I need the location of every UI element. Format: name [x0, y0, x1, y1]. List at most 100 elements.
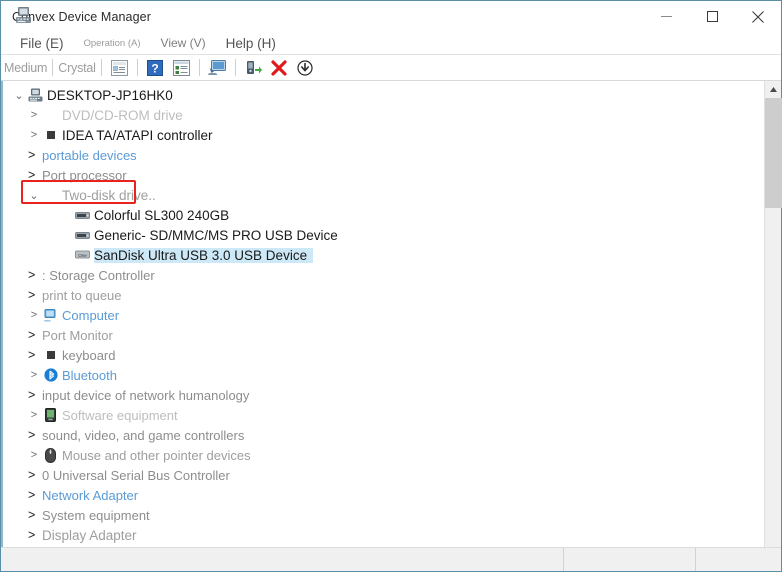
close-button[interactable] — [735, 1, 781, 32]
chevron-right-icon[interactable]: > — [26, 328, 42, 342]
vertical-scrollbar[interactable] — [764, 81, 782, 547]
tree-node[interactable]: > print to queue — [3, 285, 764, 305]
device-tree-pane[interactable]: ⌄ DESKTOP-JP16HK0 > DVD/CD-ROM drive > I… — [1, 81, 764, 547]
menu-file[interactable]: File (E) — [12, 35, 72, 52]
status-cell-2 — [563, 548, 695, 571]
tree-node-label: DESKTOP-JP16HK0 — [47, 87, 173, 103]
chevron-right-icon[interactable]: > — [26, 168, 42, 182]
mouse-icon — [42, 447, 59, 463]
tree-node[interactable]: > keyboard — [3, 345, 764, 365]
tree-node[interactable]: > DVD/CD-ROM drive — [3, 105, 764, 125]
tree-node[interactable]: > Port processor — [3, 165, 764, 185]
scroll-up-button[interactable] — [765, 81, 781, 98]
tree-node[interactable]: > System equipment — [3, 505, 764, 525]
tree-node[interactable]: >: Storage Controller — [3, 265, 764, 285]
chevron-right-icon[interactable]: > — [26, 449, 42, 461]
status-cell-3 — [695, 548, 781, 571]
details-view-button[interactable] — [169, 56, 194, 79]
tree-node[interactable]: > Network Adapter — [3, 485, 764, 505]
tree-node[interactable]: > Port Monitor — [3, 325, 764, 345]
svg-text:One: One — [78, 253, 87, 258]
minimize-button[interactable] — [643, 1, 689, 32]
disk-icon — [74, 227, 91, 243]
tree-node-label: Port processor — [42, 167, 127, 183]
menu-help[interactable]: Help (H) — [218, 35, 284, 52]
tree-node-label: Network Adapter — [42, 487, 139, 503]
tree-node-label: Mouse and other pointer devices — [62, 447, 251, 463]
tree-node[interactable]: > Computer — [3, 305, 764, 325]
monitor-scan-icon — [207, 59, 227, 76]
chevron-right-icon[interactable]: > — [26, 528, 42, 542]
tree-node[interactable]: > sound, video, and game controllers — [3, 425, 764, 445]
disk-sel-icon: One — [74, 247, 91, 263]
chevron-right-icon[interactable]: > — [26, 148, 42, 162]
menu-operation[interactable]: Operation (A) — [76, 37, 149, 50]
device-manager-window: Convex Device Manager File (E) Operation… — [0, 0, 782, 572]
chevron-down-icon[interactable]: ⌄ — [11, 89, 27, 102]
chevron-right-icon[interactable]: > — [26, 109, 42, 121]
tree-node[interactable]: > Mouse and other pointer devices — [3, 445, 764, 465]
maximize-button[interactable] — [689, 1, 735, 32]
tree-node-label: portable devices — [42, 147, 137, 163]
menu-bar: File (E) Operation (A) View (V) Help (H) — [1, 32, 781, 55]
chevron-right-icon[interactable]: > — [26, 409, 42, 421]
tree-node-label: SanDisk Ultra USB 3.0 USB Device — [94, 247, 314, 263]
ghost-label-text: Crystal — [58, 60, 96, 75]
tree-node[interactable]: >0 Universal Serial Bus Controller — [3, 465, 764, 485]
tree-node[interactable]: > Display Adapter — [3, 525, 764, 545]
tree-node-label: 0 Universal Serial Bus Controller — [42, 467, 230, 483]
chevron-right-icon[interactable]: > — [26, 288, 42, 302]
scan-hardware-button[interactable] — [205, 56, 230, 79]
toolbar-ghost-label-crystal: Crystal — [58, 57, 96, 78]
toolbar-separator — [234, 59, 236, 76]
scrollbar-track[interactable] — [765, 98, 782, 547]
update-driver-button[interactable] — [241, 56, 266, 79]
tree-node[interactable]: One SanDisk Ultra USB 3.0 USB Device — [3, 245, 764, 265]
chevron-right-icon[interactable]: > — [26, 348, 42, 362]
chevron-right-icon[interactable]: > — [26, 309, 42, 321]
tree-node-root[interactable]: ⌄ DESKTOP-JP16HK0 — [3, 85, 764, 105]
tree-node-label: IDEA TA/ATAPI controller — [62, 127, 213, 143]
download-arrow-icon — [297, 59, 313, 76]
toolbar-separator — [136, 59, 138, 76]
tree-node[interactable]: > Bluetooth — [3, 365, 764, 385]
download-button[interactable] — [293, 56, 318, 79]
toolbar-ghost-label-medium: Medium — [4, 57, 47, 78]
scrollbar-thumb[interactable] — [765, 98, 782, 208]
content-area: ⌄ DESKTOP-JP16HK0 > DVD/CD-ROM drive > I… — [1, 81, 782, 547]
toolbar-separator — [100, 59, 102, 76]
chevron-right-icon[interactable]: > — [26, 468, 42, 482]
tree-node-label: sound, video, and game controllers — [42, 427, 245, 443]
tree-node-label: Bluetooth — [62, 367, 117, 383]
chevron-right-icon[interactable]: > — [26, 388, 42, 402]
red-x-icon — [271, 59, 287, 76]
square-icon — [42, 127, 59, 143]
list-details-icon — [172, 59, 190, 76]
tree-node-label: System equipment — [42, 507, 150, 523]
title-bar: Convex Device Manager — [1, 1, 781, 32]
chevron-right-icon[interactable]: > — [26, 129, 42, 141]
help-button[interactable]: ? — [143, 56, 168, 79]
tree-node[interactable]: > IDEA TA/ATAPI controller — [3, 125, 764, 145]
chevron-down-icon[interactable]: ⌄ — [26, 189, 42, 202]
properties-button[interactable] — [107, 56, 132, 79]
menu-view[interactable]: View (V) — [153, 35, 214, 51]
chevron-right-icon[interactable]: > — [26, 428, 42, 442]
chevron-right-icon[interactable]: > — [26, 488, 42, 502]
chevron-right-icon[interactable]: > — [26, 508, 42, 522]
tree-node-label: keyboard — [62, 347, 116, 363]
toolbar-separator — [198, 59, 200, 76]
tree-node[interactable]: > portable devices — [3, 145, 764, 165]
tree-node[interactable]: Colorful SL300 240GB — [3, 205, 764, 225]
disk-icon — [74, 207, 91, 223]
chevron-right-icon[interactable]: > — [26, 369, 42, 381]
tree-node[interactable]: Generic- SD/MMC/MS PRO USB Device — [3, 225, 764, 245]
tree-node-label: Two-disk drive.. — [62, 187, 156, 203]
tree-node[interactable]: > input device of network humanology — [3, 385, 764, 405]
tree-node[interactable]: ⌄ Two-disk drive.. — [3, 185, 764, 205]
tree-node-label: Display Adapter — [42, 527, 137, 543]
tree-node[interactable]: > Software equipment — [3, 405, 764, 425]
uninstall-button[interactable] — [267, 56, 292, 79]
tree-node-label: print to queue — [42, 287, 122, 303]
chevron-right-icon[interactable]: > — [26, 268, 42, 282]
